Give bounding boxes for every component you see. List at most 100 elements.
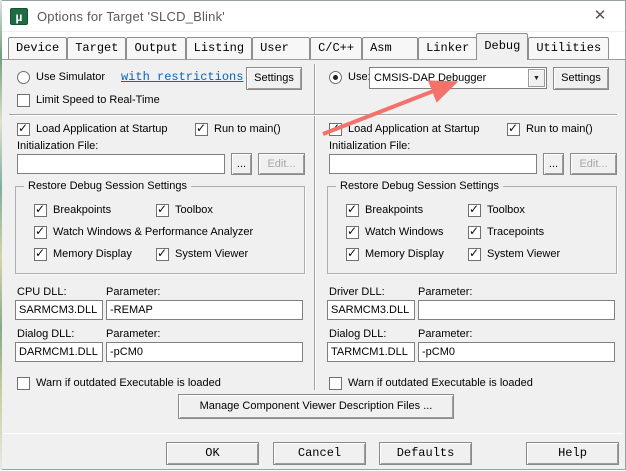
tab-utilities[interactable]: Utilities [528, 37, 610, 59]
cpu-dll-input[interactable] [15, 300, 103, 320]
system-viewer-checkbox-right[interactable]: ✓ System Viewer [468, 245, 561, 261]
checkbox-box: ✓ [346, 201, 359, 217]
limit-speed-label: Limit Speed to Real-Time [36, 94, 160, 106]
tab-output[interactable]: Output [126, 37, 186, 59]
desktop-edge [0, 0, 2, 470]
init-file-input-right[interactable] [329, 154, 537, 174]
toolbox-checkbox-right[interactable]: ✓ Toolbox [468, 201, 525, 217]
restore-group-title-right: Restore Debug Session Settings [336, 180, 503, 192]
dialog-param-input-right[interactable] [418, 342, 615, 362]
system-viewer-label: System Viewer [175, 248, 249, 260]
driver-param-label: Parameter: [418, 286, 473, 298]
init-file-edit-button[interactable]: Edit... [258, 153, 305, 175]
system-viewer-label-right: System Viewer [487, 248, 561, 260]
memory-display-checkbox[interactable]: ✓ Memory Display [34, 246, 132, 261]
dialog-dll-input[interactable] [15, 342, 103, 362]
init-file-edit-button-right[interactable]: Edit... [570, 153, 617, 175]
tab-asm[interactable]: Asm [362, 37, 419, 59]
tab-target[interactable]: Target [67, 37, 127, 59]
restore-settings-group: Restore Debug Session Settings ✓ Breakpo… [15, 180, 305, 274]
debugger-pane: Use: CMSIS-DAP Debugger ▼ Settings ✓ Loa… [321, 60, 621, 434]
checkbox-box: ✓ [34, 201, 47, 217]
tab-debug[interactable]: Debug [476, 33, 529, 60]
load-app-label: Load Application at Startup [36, 123, 168, 135]
debugger-select[interactable]: CMSIS-DAP Debugger ▼ [369, 67, 547, 89]
memory-display-checkbox-right[interactable]: ✓ Memory Display [346, 245, 444, 261]
simulator-pane: Use Simulator with restrictions Settings… [9, 60, 309, 434]
toolbox-checkbox[interactable]: ✓ Toolbox [156, 201, 213, 217]
ok-button[interactable]: OK [166, 442, 259, 465]
debugger-settings-button[interactable]: Settings [553, 67, 609, 90]
init-file-input[interactable] [17, 154, 225, 174]
run-to-main-checkbox-right[interactable]: ✓ Run to main() [507, 120, 593, 136]
tab-cpp[interactable]: C/C++ [310, 37, 363, 59]
memory-display-label: Memory Display [53, 248, 132, 260]
init-file-label-right: Initialization File: [329, 140, 411, 152]
watch-windows-label: Watch Windows & Performance Analyzer [53, 226, 254, 238]
manage-component-viewer-button[interactable]: Manage Component Viewer Description File… [178, 394, 454, 419]
dialog-param-input[interactable] [106, 342, 303, 362]
checkbox-box: ✓ [195, 120, 208, 136]
watch-windows-label-right: Watch Windows [365, 226, 444, 238]
load-app-label-right: Load Application at Startup [348, 123, 480, 135]
breakpoints-checkbox-right[interactable]: ✓ Breakpoints [346, 201, 424, 217]
tracepoints-label: Tracepoints [487, 226, 545, 238]
tab-user[interactable]: User [252, 37, 311, 59]
tab-linker[interactable]: Linker [418, 37, 478, 59]
use-debugger-label: Use: [348, 71, 371, 83]
dialog-dll-label-right: Dialog DLL: [329, 328, 387, 340]
checkbox-box: ✓ [346, 245, 359, 261]
pane-divider [314, 64, 316, 390]
warn-outdated-checkbox[interactable]: ✓ Warn if outdated Executable is loaded [17, 376, 221, 390]
cpu-param-label: Parameter: [106, 286, 161, 298]
checkbox-box: ✓ [17, 376, 30, 390]
close-icon[interactable]: ✕ [581, 1, 619, 31]
watch-windows-checkbox[interactable]: ✓ Watch Windows & Performance Analyzer [34, 223, 254, 239]
cancel-button[interactable]: Cancel [273, 442, 366, 465]
load-app-checkbox[interactable]: ✓ Load Application at Startup [17, 120, 168, 136]
checkbox-box: ✓ [34, 223, 47, 239]
with-restrictions-link[interactable]: with restrictions [121, 70, 243, 84]
warn-outdated-label-right: Warn if outdated Executable is loaded [348, 377, 533, 389]
limit-speed-checkbox[interactable]: ✓ Limit Speed to Real-Time [17, 93, 160, 107]
tracepoints-checkbox[interactable]: ✓ Tracepoints [468, 223, 545, 239]
debugger-selected-value: CMSIS-DAP Debugger [374, 72, 487, 84]
driver-dll-input[interactable] [327, 300, 415, 320]
init-file-browse-button-right[interactable]: ... [543, 153, 564, 175]
init-file-browse-button[interactable]: ... [231, 153, 252, 175]
checkbox-box: ✓ [507, 120, 520, 136]
dialog-dll-input-right[interactable] [327, 342, 415, 362]
load-app-checkbox-right[interactable]: ✓ Load Application at Startup [329, 121, 480, 136]
dialog-param-label-right: Parameter: [418, 328, 473, 340]
use-simulator-radio[interactable]: Use Simulator [17, 70, 105, 84]
run-to-main-checkbox[interactable]: ✓ Run to main() [195, 120, 281, 136]
cpu-dll-label: CPU DLL: [17, 286, 67, 298]
tab-listing[interactable]: Listing [185, 37, 253, 59]
cpu-param-input[interactable] [106, 300, 303, 320]
driver-param-input[interactable] [418, 300, 615, 320]
title-bar: µ Options for Target 'SLCD_Blink' ✕ [1, 1, 625, 31]
checkbox-box: ✓ [468, 201, 481, 217]
help-button[interactable]: Help [526, 442, 619, 465]
checkbox-box: ✓ [156, 201, 169, 217]
defaults-button[interactable]: Defaults [379, 442, 472, 465]
checkbox-box: ✓ [17, 120, 30, 136]
checkbox-box: ✓ [329, 376, 342, 390]
use-debugger-radio[interactable]: Use: [329, 70, 371, 84]
system-viewer-checkbox[interactable]: ✓ System Viewer [156, 246, 249, 261]
warn-outdated-checkbox-right[interactable]: ✓ Warn if outdated Executable is loaded [329, 376, 533, 390]
memory-display-label-right: Memory Display [365, 248, 444, 260]
use-simulator-label: Use Simulator [36, 71, 106, 83]
warn-outdated-label: Warn if outdated Executable is loaded [36, 377, 221, 389]
restore-settings-group-right: Restore Debug Session Settings ✓ Breakpo… [327, 180, 617, 274]
checkbox-box: ✓ [468, 223, 481, 239]
checkbox-box: ✓ [17, 93, 30, 107]
chevron-down-icon[interactable]: ▼ [528, 69, 545, 87]
tab-device[interactable]: Device [8, 37, 68, 59]
restore-group-title: Restore Debug Session Settings [24, 180, 191, 192]
watch-windows-checkbox-right[interactable]: ✓ Watch Windows [346, 224, 444, 239]
breakpoints-label-right: Breakpoints [365, 204, 424, 216]
checkbox-box: ✓ [468, 245, 481, 261]
simulator-settings-button[interactable]: Settings [246, 67, 302, 90]
breakpoints-checkbox[interactable]: ✓ Breakpoints [34, 201, 111, 217]
